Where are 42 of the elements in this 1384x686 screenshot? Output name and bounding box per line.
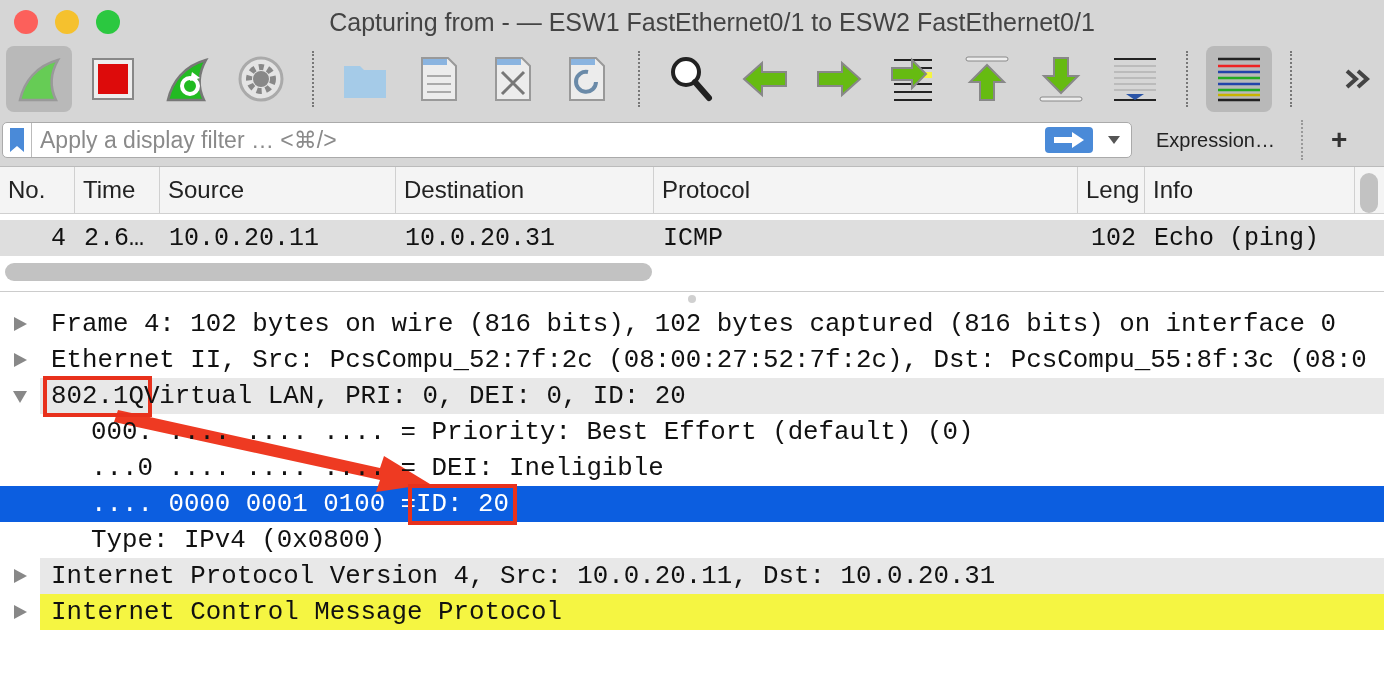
collapsed-triangle-icon[interactable] <box>12 568 28 584</box>
tree-row[interactable]: Type: IPv4 (0x0800) <box>0 522 1384 558</box>
expression-button[interactable]: Expression… <box>1152 122 1279 158</box>
table-cell-text: ICMP <box>662 222 724 255</box>
tree-item-text: Type: IPv4 (0x0800) <box>91 525 386 555</box>
tree-item-text: Internet Control Message Protocol <box>51 597 562 627</box>
scrollbar-thumb[interactable] <box>1360 173 1378 213</box>
window-title: Capturing from - — ESW1 FastEthernet0/1 to ESW2 FastEthernet0/1 <box>328 7 1096 37</box>
column-header[interactable]: No. <box>0 167 75 213</box>
column-header[interactable]: Time <box>75 167 160 213</box>
add-filter-button[interactable]: + <box>1324 124 1354 156</box>
close-button[interactable] <box>14 10 38 34</box>
tree-item-text: Frame 4: 102 bytes on wire (816 bits), 102 bytes captured (816 bits) on interface 0 <box>51 309 1336 339</box>
collapsed-triangle-icon[interactable] <box>12 352 28 368</box>
dropdown-caret-icon[interactable] <box>1107 135 1121 145</box>
table-cell-text: 10.0.20.11 <box>168 222 321 255</box>
table-cell-text: 102 <box>1090 222 1137 255</box>
table-cell-text: Echo (ping) <box>1153 222 1321 255</box>
display-filter-input[interactable]: Apply a display filter … <⌘/> <box>32 126 1045 154</box>
column-header[interactable]: Source <box>160 167 396 213</box>
double-chevron-icon <box>1345 69 1371 89</box>
packet-row[interactable]: 4 2.6… 10.0.20.11 10.0.20.31 ICMP 102 Echo (ping) <box>0 220 1384 256</box>
column-header[interactable]: Info <box>1145 167 1355 213</box>
toolbar-button[interactable] <box>1206 46 1272 112</box>
down-arrow-icon <box>1036 54 1086 104</box>
column-header[interactable]: Leng <box>1078 167 1145 213</box>
collapsed-triangle-icon[interactable] <box>12 316 28 332</box>
display-filter-field[interactable]: Apply a display filter … <⌘/> <box>2 122 1132 158</box>
gear-icon <box>236 54 286 104</box>
up-arrow-icon <box>962 54 1012 104</box>
bookmark-icon[interactable] <box>9 127 25 153</box>
table-cell-text: 2.6… <box>83 222 145 255</box>
scrollbar-thumb[interactable] <box>5 263 652 281</box>
splitter-handle[interactable] <box>688 295 696 303</box>
tree-item-text: Internet Protocol Version 4, Src: 10.0.20.11, Dst: 10.0.20.31 <box>51 561 996 591</box>
column-header[interactable]: Destination <box>396 167 654 213</box>
column-header[interactable]: Protocol <box>654 167 1078 213</box>
collapsed-triangle-icon[interactable] <box>12 604 28 620</box>
table-cell-text: 10.0.20.31 <box>404 222 557 255</box>
table-cell-text: 4 <box>50 222 67 255</box>
tree-item-text: Ethernet II, Src: PcsCompu_52:7f:2c (08:00:27:52:7f:2c), Dst: PcsCompu_55:8f:3c (08:0 <box>51 345 1367 375</box>
expanded-triangle-icon[interactable] <box>12 388 28 404</box>
